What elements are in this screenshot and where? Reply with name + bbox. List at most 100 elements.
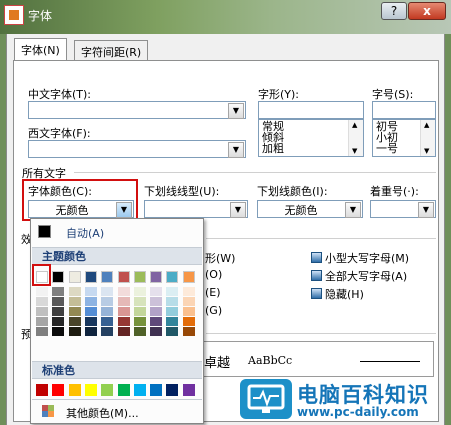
theme-shade-swatch[interactable] — [133, 307, 146, 316]
close-button[interactable]: x — [408, 2, 446, 20]
theme-shade-swatch[interactable] — [101, 327, 114, 336]
standard-color-swatch[interactable] — [166, 384, 179, 396]
theme-shade-swatch[interactable] — [133, 317, 146, 326]
theme-shade-swatch[interactable] — [101, 317, 114, 326]
theme-color-swatch[interactable] — [117, 271, 130, 283]
theme-shade-swatch[interactable] — [166, 297, 179, 306]
theme-shade-swatch[interactable] — [52, 317, 65, 326]
theme-shade-swatch[interactable] — [166, 307, 179, 316]
theme-shade-swatch[interactable] — [68, 297, 81, 306]
standard-color-swatch[interactable] — [84, 384, 97, 396]
theme-shade-swatch[interactable] — [182, 297, 195, 306]
theme-shade-swatch[interactable] — [36, 317, 48, 326]
theme-shade-swatch[interactable] — [166, 327, 179, 336]
theme-shade-swatch[interactable] — [84, 287, 97, 296]
theme-shade-swatch[interactable] — [150, 327, 163, 336]
theme-shade-swatch[interactable] — [150, 287, 163, 296]
emphasis-mark-label: 着重号(·): — [370, 185, 419, 198]
theme-colors-header: 主题颜色 — [32, 247, 202, 265]
font-style-list[interactable]: 常规 倾斜 加粗 ▲ ▼ — [258, 119, 364, 157]
font-size-list[interactable]: 初号 小初 一号 ▲ ▼ — [372, 119, 436, 157]
auto-color-swatch — [38, 225, 51, 238]
font-size-input[interactable] — [372, 101, 436, 119]
standard-color-swatch[interactable] — [36, 384, 48, 396]
small-caps-checkbox[interactable] — [311, 252, 322, 263]
theme-shade-swatch[interactable] — [182, 317, 195, 326]
tab-font[interactable]: 字体(N) — [14, 38, 67, 60]
more-colors-item[interactable]: 其他颜色(M)... — [32, 403, 202, 421]
theme-shade-swatch[interactable] — [166, 287, 179, 296]
theme-shade-swatch[interactable] — [84, 297, 97, 306]
list-item[interactable]: 加粗 — [262, 143, 284, 155]
theme-shade-swatch[interactable] — [84, 327, 97, 336]
theme-shade-swatch[interactable] — [117, 287, 130, 296]
theme-color-swatch[interactable] — [68, 271, 81, 283]
theme-shade-swatch[interactable] — [166, 317, 179, 326]
theme-shade-swatch[interactable] — [117, 327, 130, 336]
theme-shade-swatch[interactable] — [68, 317, 81, 326]
chinese-font-combo[interactable]: ▼ — [28, 101, 246, 119]
standard-color-swatch[interactable] — [101, 384, 114, 396]
hidden-checkbox[interactable] — [311, 288, 322, 299]
standard-color-swatch[interactable] — [117, 384, 130, 396]
theme-shade-swatch[interactable] — [133, 297, 146, 306]
theme-shade-swatch[interactable] — [52, 327, 65, 336]
theme-shade-swatch[interactable] — [68, 287, 81, 296]
theme-shade-swatch[interactable] — [182, 327, 195, 336]
theme-shade-swatch[interactable] — [101, 297, 114, 306]
standard-color-swatch[interactable] — [182, 384, 195, 396]
chevron-down-icon[interactable]: ▼ — [418, 202, 434, 218]
theme-shade-swatch[interactable] — [84, 317, 97, 326]
theme-shade-swatch[interactable] — [117, 297, 130, 306]
theme-shade-swatch[interactable] — [36, 287, 48, 296]
all-caps-checkbox[interactable] — [311, 270, 322, 281]
theme-shade-swatch[interactable] — [101, 307, 114, 316]
theme-color-swatch[interactable] — [52, 271, 65, 283]
list-item[interactable]: 一号 — [376, 143, 398, 155]
font-color-menu: 自动(A) 主题颜色 标准色 其他颜色(M)... — [30, 218, 204, 424]
theme-color-swatch[interactable] — [101, 271, 114, 283]
auto-color-item[interactable]: 自动(A) — [32, 223, 202, 241]
theme-shade-swatch[interactable] — [68, 327, 81, 336]
chevron-down-icon[interactable]: ▼ — [345, 202, 361, 218]
theme-color-swatch[interactable] — [182, 271, 195, 283]
standard-color-swatch[interactable] — [68, 384, 81, 396]
theme-shade-swatch[interactable] — [150, 317, 163, 326]
standard-color-swatch[interactable] — [52, 384, 65, 396]
theme-shade-swatch[interactable] — [36, 307, 48, 316]
theme-shade-swatch[interactable] — [182, 307, 195, 316]
chevron-down-icon[interactable]: ▼ — [228, 142, 244, 158]
scrollbar[interactable]: ▲ ▼ — [420, 120, 435, 156]
theme-shade-swatch[interactable] — [150, 307, 163, 316]
theme-shade-swatch[interactable] — [133, 287, 146, 296]
theme-color-swatch[interactable] — [150, 271, 163, 283]
theme-shade-swatch[interactable] — [36, 297, 48, 306]
theme-shade-swatch[interactable] — [150, 297, 163, 306]
font-style-input[interactable] — [258, 101, 364, 119]
theme-shade-swatch[interactable] — [36, 327, 48, 336]
scrollbar[interactable]: ▲ ▼ — [348, 120, 363, 156]
theme-shade-swatch[interactable] — [84, 307, 97, 316]
theme-color-swatch[interactable] — [166, 271, 179, 283]
theme-shade-swatch[interactable] — [52, 287, 65, 296]
chevron-down-icon[interactable]: ▼ — [228, 103, 244, 119]
standard-color-swatch[interactable] — [133, 384, 146, 396]
theme-shade-swatch[interactable] — [52, 307, 65, 316]
theme-shade-swatch[interactable] — [117, 307, 130, 316]
theme-shade-swatch[interactable] — [117, 317, 130, 326]
chevron-down-icon[interactable]: ▼ — [230, 202, 246, 218]
theme-shade-swatch[interactable] — [182, 287, 195, 296]
underline-style-combo[interactable]: ▼ — [144, 200, 248, 218]
theme-shade-swatch[interactable] — [52, 297, 65, 306]
theme-shade-swatch[interactable] — [68, 307, 81, 316]
underline-color-combo[interactable]: 无颜色 ▼ — [257, 200, 363, 218]
theme-shade-swatch[interactable] — [101, 287, 114, 296]
help-button[interactable]: ? — [381, 2, 407, 20]
western-font-combo[interactable]: ▼ — [28, 140, 246, 158]
theme-shade-swatch[interactable] — [133, 327, 146, 336]
tab-character-spacing[interactable]: 字符间距(R) — [74, 40, 149, 60]
emphasis-mark-combo[interactable]: ▼ — [370, 200, 436, 218]
theme-color-swatch[interactable] — [133, 271, 146, 283]
standard-color-swatch[interactable] — [150, 384, 163, 396]
theme-color-swatch[interactable] — [84, 271, 97, 283]
